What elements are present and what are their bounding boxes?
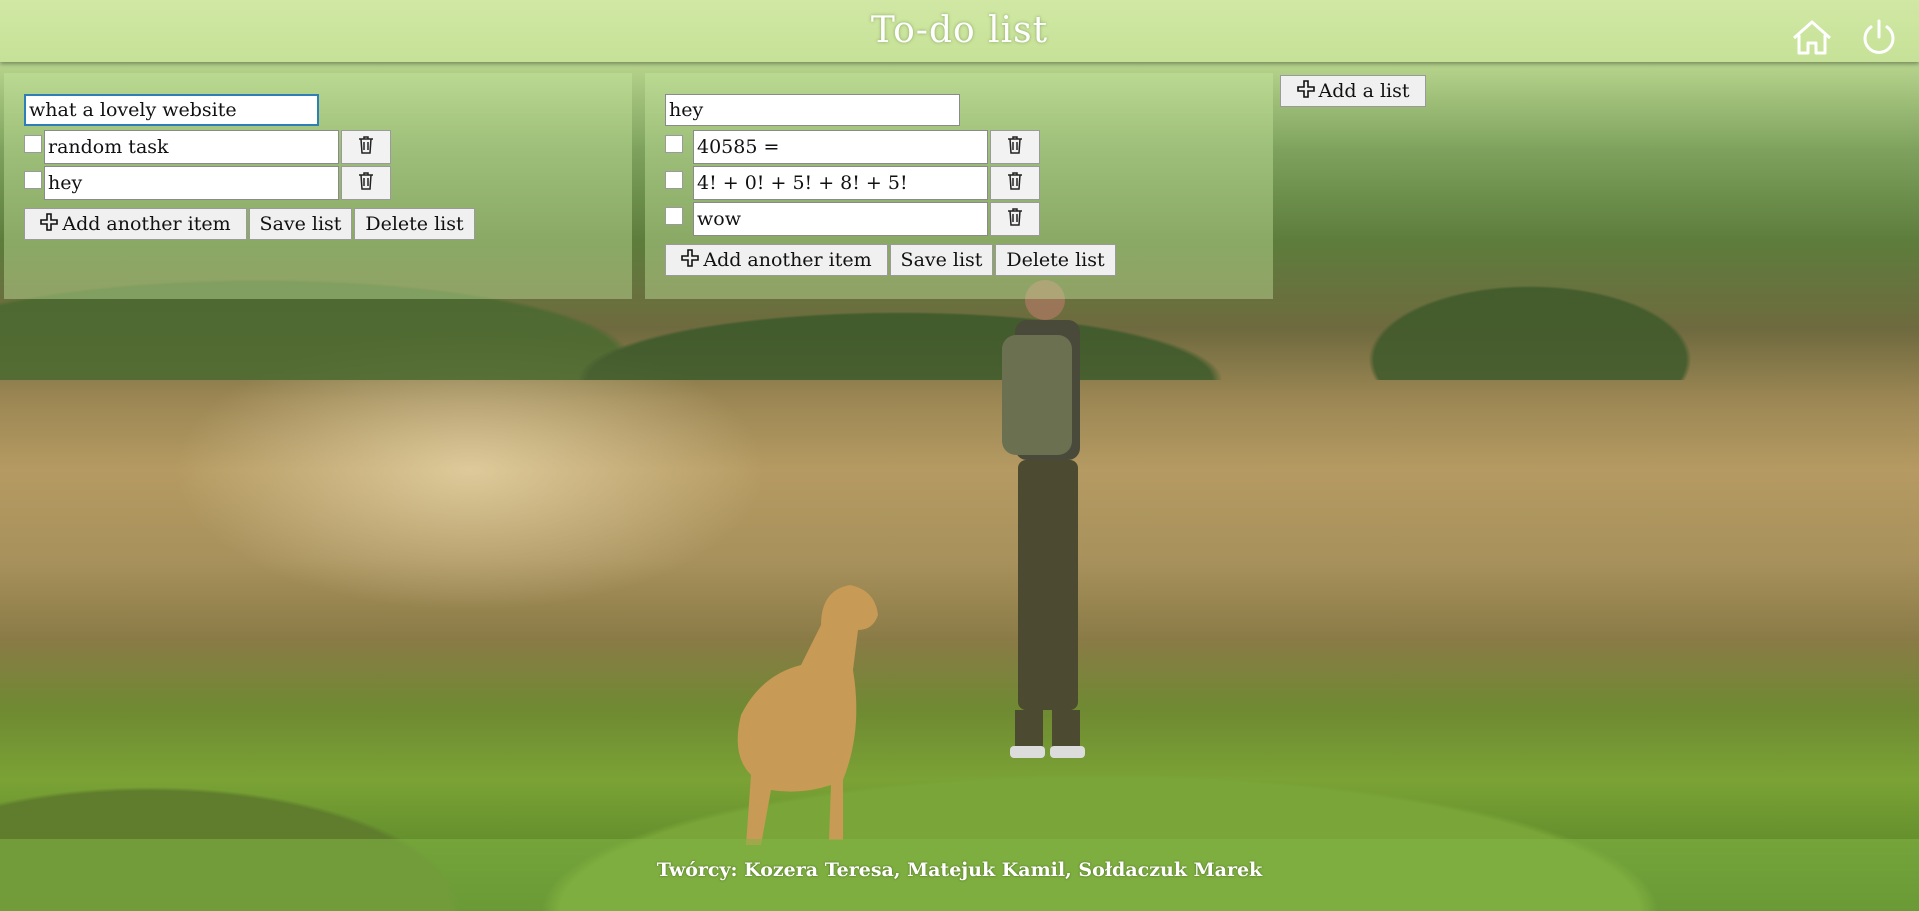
item-checkbox[interactable] bbox=[665, 171, 683, 189]
hiker-image bbox=[1002, 280, 1085, 758]
item-text-field[interactable]: hey bbox=[44, 166, 339, 200]
delete-item-button[interactable] bbox=[990, 202, 1040, 236]
delete-item-button[interactable] bbox=[990, 166, 1040, 200]
top-bar: To-do list bbox=[0, 0, 1919, 62]
delete-list-button[interactable]: Delete list bbox=[995, 244, 1116, 276]
power-icon[interactable] bbox=[1860, 18, 1904, 62]
delete-item-button[interactable] bbox=[341, 130, 391, 164]
delete-list-button[interactable]: Delete list bbox=[354, 208, 475, 240]
item-checkbox[interactable] bbox=[24, 135, 42, 153]
page-title: To-do list bbox=[870, 10, 1049, 51]
add-item-label: Add another item bbox=[62, 213, 231, 235]
home-icon[interactable] bbox=[1790, 18, 1834, 62]
footer-credits: Twórcy: Kozera Teresa, Matejuk Kamil, So… bbox=[656, 859, 1263, 881]
add-item-button[interactable]: Add another item bbox=[24, 208, 247, 240]
delete-item-button[interactable] bbox=[990, 130, 1040, 164]
item-checkbox[interactable] bbox=[665, 207, 683, 225]
add-list-button[interactable]: Add a list bbox=[1280, 75, 1426, 107]
trash-icon bbox=[358, 172, 374, 194]
item-text-field[interactable]: 40585 = bbox=[693, 130, 988, 164]
save-list-button[interactable]: Save list bbox=[249, 208, 352, 240]
add-item-label: Add another item bbox=[703, 249, 872, 271]
item-text-field[interactable]: 4! + 0! + 5! + 8! + 5! bbox=[693, 166, 988, 200]
add-item-button[interactable]: Add another item bbox=[665, 244, 888, 276]
plus-icon bbox=[681, 248, 700, 272]
item-text-field[interactable]: wow bbox=[693, 202, 988, 236]
plus-icon bbox=[40, 212, 59, 236]
trash-icon bbox=[358, 136, 374, 158]
item-checkbox[interactable] bbox=[665, 135, 683, 153]
item-text-field[interactable]: random task bbox=[44, 130, 339, 164]
plus-icon bbox=[1296, 79, 1315, 103]
dog-image bbox=[737, 585, 878, 845]
trash-icon bbox=[1007, 136, 1023, 158]
item-checkbox[interactable] bbox=[24, 171, 42, 189]
todo-list-card: random task hey Add another item Save li… bbox=[4, 73, 632, 299]
trash-icon bbox=[1007, 172, 1023, 194]
list-title-input[interactable] bbox=[665, 94, 960, 126]
save-list-button[interactable]: Save list bbox=[890, 244, 993, 276]
add-list-label: Add a list bbox=[1318, 80, 1410, 102]
trash-icon bbox=[1007, 208, 1023, 230]
todo-list-card: 40585 = 4! + 0! + 5! + 8! + 5! wow Add a… bbox=[645, 73, 1273, 299]
list-title-input[interactable] bbox=[24, 94, 319, 126]
delete-item-button[interactable] bbox=[341, 166, 391, 200]
footer: Twórcy: Kozera Teresa, Matejuk Kamil, So… bbox=[0, 839, 1919, 911]
